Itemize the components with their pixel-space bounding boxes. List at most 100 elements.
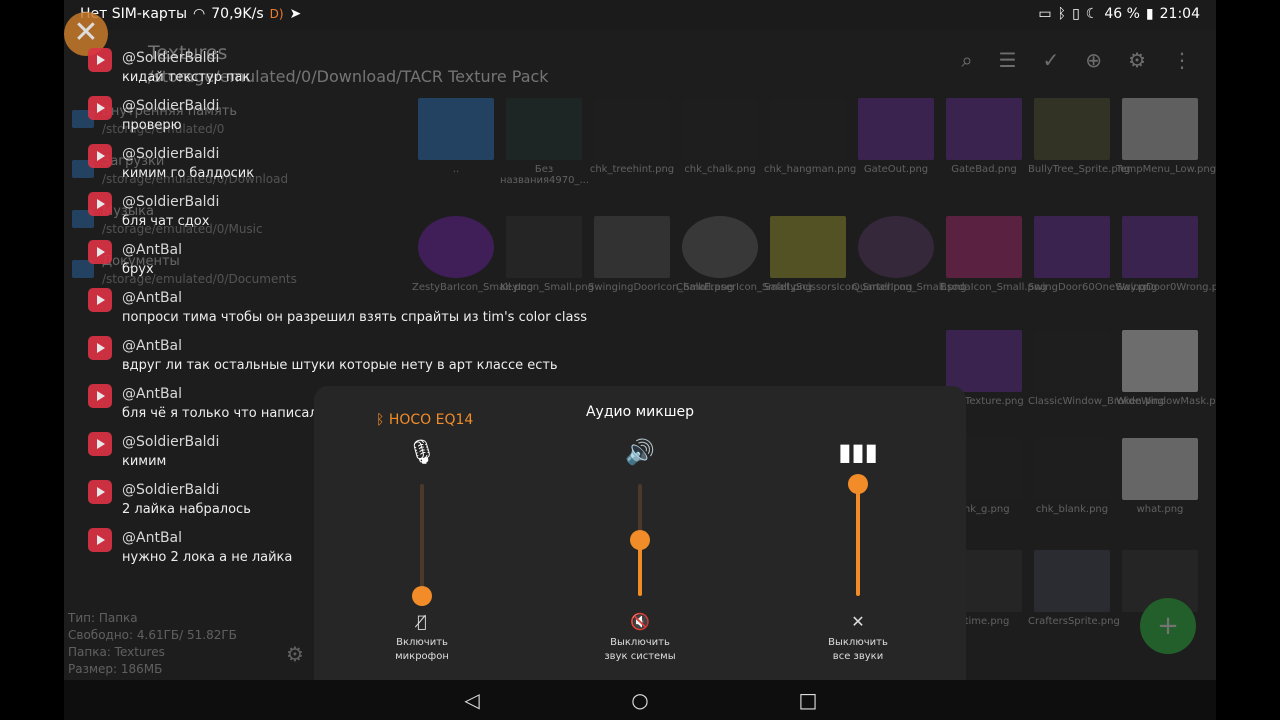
button-label-line1: Включить	[396, 637, 448, 648]
list-view-icon[interactable]: ☰	[999, 48, 1017, 72]
file-thumbnail	[1034, 550, 1110, 612]
chat-text: проверю	[122, 118, 182, 133]
file-name: CraftersSprite.png	[1028, 616, 1120, 627]
file-tile[interactable]: WideWindowMask.png	[1116, 330, 1216, 407]
chat-author: @AntBal	[122, 290, 183, 306]
youtube-icon	[88, 480, 112, 504]
chat-author: @AntBal	[122, 530, 183, 546]
audio-mixer-panel: ᛒ HOCO EQ14 Аудио микшер 🎙 🎙̸ Включить ми…	[314, 386, 966, 680]
record-indicator-icon: D)	[269, 7, 284, 21]
mute-all-toggle-button[interactable]: Выключить все звуки	[798, 636, 918, 664]
button-label-line2: микрофон	[395, 651, 449, 662]
file-tile[interactable]: BullyTree_Sprite.png	[1028, 98, 1130, 175]
all-sounds-slider[interactable]	[848, 474, 868, 596]
file-thumbnail	[1122, 330, 1198, 392]
file-thumbnail	[1122, 216, 1198, 278]
select-all-icon[interactable]: ✓	[1043, 48, 1060, 72]
chat-author: @AntBal	[122, 386, 183, 402]
settings-icon[interactable]: ⚙	[1128, 48, 1146, 72]
youtube-icon	[88, 48, 112, 72]
chat-message: @SoldierBaldi бля чат сдох	[88, 190, 608, 238]
slider-knob[interactable]	[412, 586, 432, 606]
chat-text: вдруг ли так остальные штуки которые нет…	[122, 358, 558, 373]
file-name: what.png	[1136, 504, 1184, 515]
file-thumbnail	[858, 98, 934, 160]
youtube-icon	[88, 384, 112, 408]
file-name: chk_g.png	[958, 504, 1010, 515]
battery-text: 46 %	[1104, 6, 1140, 22]
info-type: Тип: Папка	[68, 611, 138, 625]
chat-text: кимим	[122, 454, 167, 469]
slider-fill	[856, 484, 860, 596]
file-name: GateOut.png	[863, 164, 929, 175]
file-name: chk_chalk.png	[684, 164, 756, 175]
search-icon[interactable]: ⌕	[961, 48, 972, 72]
chat-author: @SoldierBaldi	[122, 146, 220, 162]
slider-knob[interactable]	[848, 474, 868, 494]
file-name: ytime.png	[958, 616, 1010, 627]
chat-author: @SoldierBaldi	[122, 50, 220, 66]
youtube-icon	[88, 432, 112, 456]
wifi-icon: ◠	[193, 6, 206, 22]
chat-text: брух	[122, 262, 154, 277]
file-tile[interactable]: GateBad.png	[940, 98, 1028, 175]
youtube-icon	[88, 288, 112, 312]
file-thumbnail	[770, 216, 846, 278]
button-label-line1: Выключить	[610, 637, 670, 648]
file-name: chk_hangman.png	[764, 164, 857, 175]
button-label-line2: все звуки	[832, 651, 884, 662]
system-sound-toggle-button[interactable]: Выключить звук системы	[580, 636, 700, 664]
chat-author: @SoldierBaldi	[122, 434, 220, 450]
recents-icon[interactable]: □	[796, 688, 820, 712]
mic-toggle-button[interactable]: Включить микрофон	[362, 636, 482, 664]
chat-text: бля чат сдох	[122, 214, 210, 229]
bluetooth-icon: ᛒ	[1057, 6, 1067, 22]
close-icon: ✕	[73, 15, 99, 50]
file-tile[interactable]: chk_blank.png	[1028, 438, 1116, 515]
home-icon[interactable]: ○	[628, 688, 652, 712]
file-thumbnail	[1034, 98, 1110, 160]
add-icon[interactable]: ⊕	[1085, 48, 1102, 72]
chat-author: @SoldierBaldi	[122, 98, 220, 114]
file-tile[interactable]: TempMenu_Low.png	[1116, 98, 1216, 175]
microphone-icon: 🎙	[406, 438, 438, 466]
system-sound-channel: 🔊 🔇 Выключить звук системы	[580, 436, 700, 666]
file-thumbnail	[1122, 98, 1198, 160]
file-tile[interactable]: chk_hangman.png	[764, 98, 856, 175]
file-thumbnail	[682, 98, 758, 160]
info-free: Свободно: 4.61ГБ/ 51.82ГБ	[68, 628, 237, 642]
more-icon[interactable]: ⋮	[1172, 48, 1192, 72]
system-sound-slider[interactable]	[630, 484, 650, 596]
file-tile[interactable]: QuarterIcon_Small.png	[852, 216, 967, 293]
back-icon[interactable]: ◁	[460, 688, 484, 712]
file-tile[interactable]: BsodaIcon_Small.png	[940, 216, 1047, 293]
file-tile[interactable]: chk_chalk.png	[676, 98, 764, 175]
file-tile[interactable]: what.png	[1116, 438, 1204, 515]
chat-message: @SoldierBaldi проверю	[88, 94, 608, 142]
mic-slider[interactable]	[412, 484, 432, 606]
speaker-muted-icon[interactable]: 🔇	[580, 612, 700, 631]
file-name: chk_blank.png	[1035, 504, 1109, 515]
fm-toolbar: ⌕ ☰ ✓ ⊕ ⚙ ⋮	[961, 48, 1192, 72]
mute-all-icon[interactable]: ✕	[798, 612, 918, 631]
youtube-icon	[88, 336, 112, 360]
telegram-icon: ➤	[289, 6, 302, 22]
file-thumbnail	[770, 98, 846, 160]
file-tile[interactable]: CraftersSprite.png	[1028, 550, 1120, 627]
gear-icon[interactable]: ⚙	[286, 642, 304, 666]
chat-message: @AntBal брух	[88, 238, 608, 286]
youtube-icon	[88, 192, 112, 216]
youtube-icon	[88, 528, 112, 552]
file-tile[interactable]: SafetyScissorsIcon_Small.png	[764, 216, 912, 293]
chat-text: 2 лайка набралось	[122, 502, 251, 517]
add-fab-button[interactable]: +	[1140, 598, 1196, 654]
file-tile[interactable]: SwingDoor60OneWay.png	[1028, 216, 1157, 293]
slider-knob[interactable]	[630, 530, 650, 550]
file-name: WideWindowMask.png	[1116, 396, 1216, 407]
file-tile[interactable]: ChalkEraserIcon_Small.png	[676, 216, 812, 293]
file-tile[interactable]: ClassicWindow_Broken.png	[1028, 330, 1164, 407]
file-tile[interactable]: GateOut.png	[852, 98, 940, 175]
mic-muted-icon[interactable]: 🎙̸	[362, 612, 482, 631]
youtube-icon	[88, 96, 112, 120]
file-tile[interactable]: SwingDoor0Wrong.png	[1116, 216, 1216, 293]
